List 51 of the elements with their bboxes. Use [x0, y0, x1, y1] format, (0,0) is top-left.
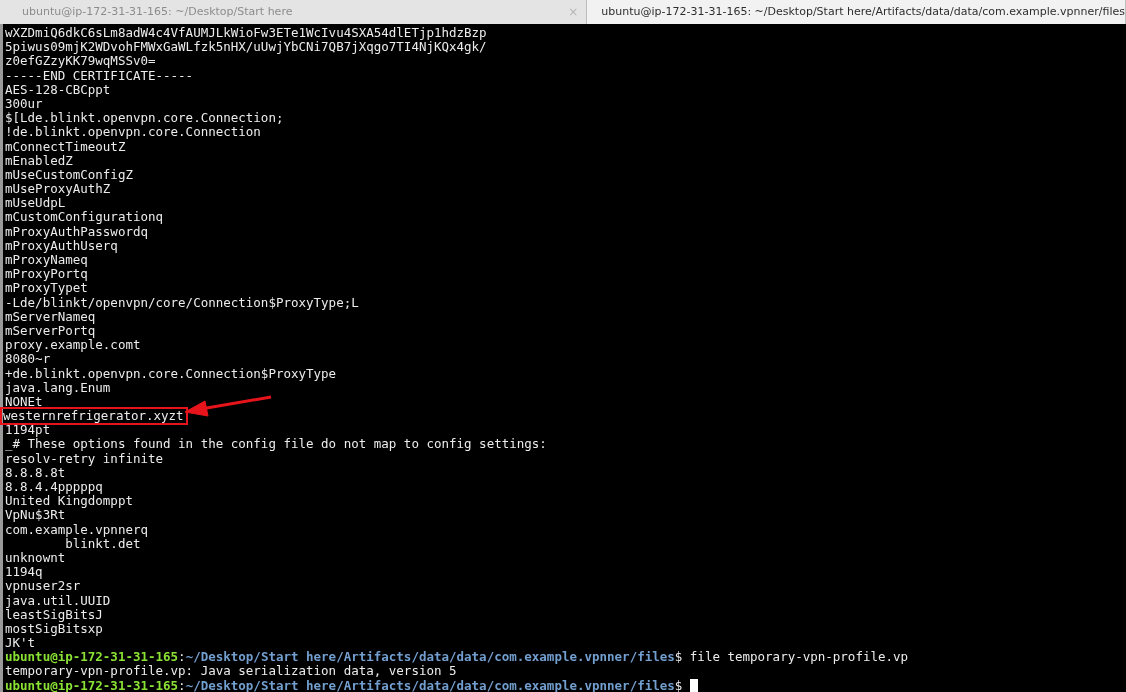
terminal-output-line: 300ur — [5, 95, 43, 111]
annotation-arrow-icon — [183, 395, 273, 418]
terminal-output-line: java.util.UUID — [5, 592, 111, 608]
terminal-output-line: 1194pt — [5, 422, 51, 438]
prompt-path: ~/Desktop/Start here/Artifacts/data/data/com.example.vpnner/files — [185, 678, 675, 692]
terminal-output-line: 1194q — [5, 564, 43, 580]
terminal-output-line: mProxyPortq — [5, 266, 88, 282]
terminal-output-line: westernrefrigerator.xyzt — [2, 409, 186, 424]
prompt-colon: : — [178, 678, 186, 692]
terminal-output-line: vpnuser2sr — [5, 578, 81, 594]
terminal-output-line: temporary-vpn-profile.vp: Java serialization data, version 5 — [5, 663, 457, 679]
terminal-output-line: _# These options found in the config file do not map to config settings: — [5, 436, 547, 452]
command-text: file temporary-vpn-profile.vp — [689, 650, 909, 665]
terminal-output-line: -----END CERTIFICATE----- — [5, 67, 194, 83]
terminal-output-line: AES-128-CBCppt — [5, 81, 111, 97]
terminal-output-line: com.example.vpnnerq — [5, 521, 148, 537]
terminal-output-line: 8.8.8.8t — [5, 464, 66, 480]
terminal-output-line: z0efGZzyKK79wqMSSv0= — [5, 53, 156, 69]
prompt-colon: : — [178, 650, 186, 665]
terminal-output-line: wXZDmiQ6dkC6sLm8adW4c4VfAUMJLkWioFw3ETe1WcIvu4SXA54dlETjp1hdzBzp — [5, 25, 487, 40]
prompt-symbol: $ — [674, 678, 683, 692]
terminal-output-line: unknownt — [5, 549, 66, 565]
terminal-output-line: $[Lde.blinkt.openvpn.core.Connection; — [5, 110, 284, 126]
prompt-symbol: $ — [674, 650, 683, 665]
terminal-output-line: mUseCustomConfigZ — [5, 166, 133, 182]
terminal-output-line: 8080~r — [5, 351, 51, 367]
terminal-tab[interactable]: ubuntu@ip-172-31-31-165: ~/Desktop/Start here × — [0, 0, 588, 24]
terminal-output-line: mProxyTypet — [5, 280, 88, 296]
terminal-output-line: proxy.example.comt — [5, 337, 141, 353]
terminal-output-line: mServerNameq — [5, 308, 96, 324]
terminal-output-line: mUseProxyAuthZ — [5, 181, 111, 197]
terminal-output-line: -Lde/blinkt/openvpn/core/Connection$ProxyType;L — [5, 294, 359, 310]
terminal-output-line: mProxyAuthPasswordq — [5, 223, 148, 239]
terminal-output-line: resolv-retry infinite — [5, 450, 164, 466]
terminal-output-line: mCustomConfigurationq — [5, 209, 164, 225]
terminal-output-line: +de.blinkt.openvpn.core.Connection$ProxyType — [5, 365, 337, 381]
terminal-tab[interactable]: ubuntu@ip-172-31-31-165: ~/Desktop/Start here/Artifacts/data/data/com.example.vpnner/files — [587, 0, 1126, 24]
terminal-output-line: JK't — [5, 635, 36, 651]
prompt-user-host: ubuntu@ip-172-31-31-165 — [5, 678, 179, 692]
terminal-output-line: VpNu$3Rt — [5, 507, 66, 523]
prompt-user-host: ubuntu@ip-172-31-31-165 — [5, 650, 179, 665]
terminal-output-line: mProxyNameq — [5, 252, 88, 267]
terminal-output-line: 8.8.4.4pppppq — [5, 479, 103, 494]
terminal-output-line: mUseUdpL — [5, 195, 66, 211]
close-tab-button[interactable]: × — [568, 3, 579, 21]
terminal-output-line: United Kingdomppt — [5, 493, 133, 509]
terminal-output-line: 5piwus09mjK2WDvohFMWxGaWLfzk5nHX/uUwjYbCNi7QB7jXqgo7TI4NjKQx4gk/ — [5, 39, 487, 55]
terminal-output-line: mConnectTimeoutZ — [5, 138, 126, 154]
terminal-output-line: !de.blinkt.openvpn.core.Connection — [5, 124, 261, 140]
terminal-output-line: mEnabledZ — [5, 152, 73, 168]
prompt-path: ~/Desktop/Start here/Artifacts/data/data/com.example.vpnner/files — [185, 650, 675, 665]
